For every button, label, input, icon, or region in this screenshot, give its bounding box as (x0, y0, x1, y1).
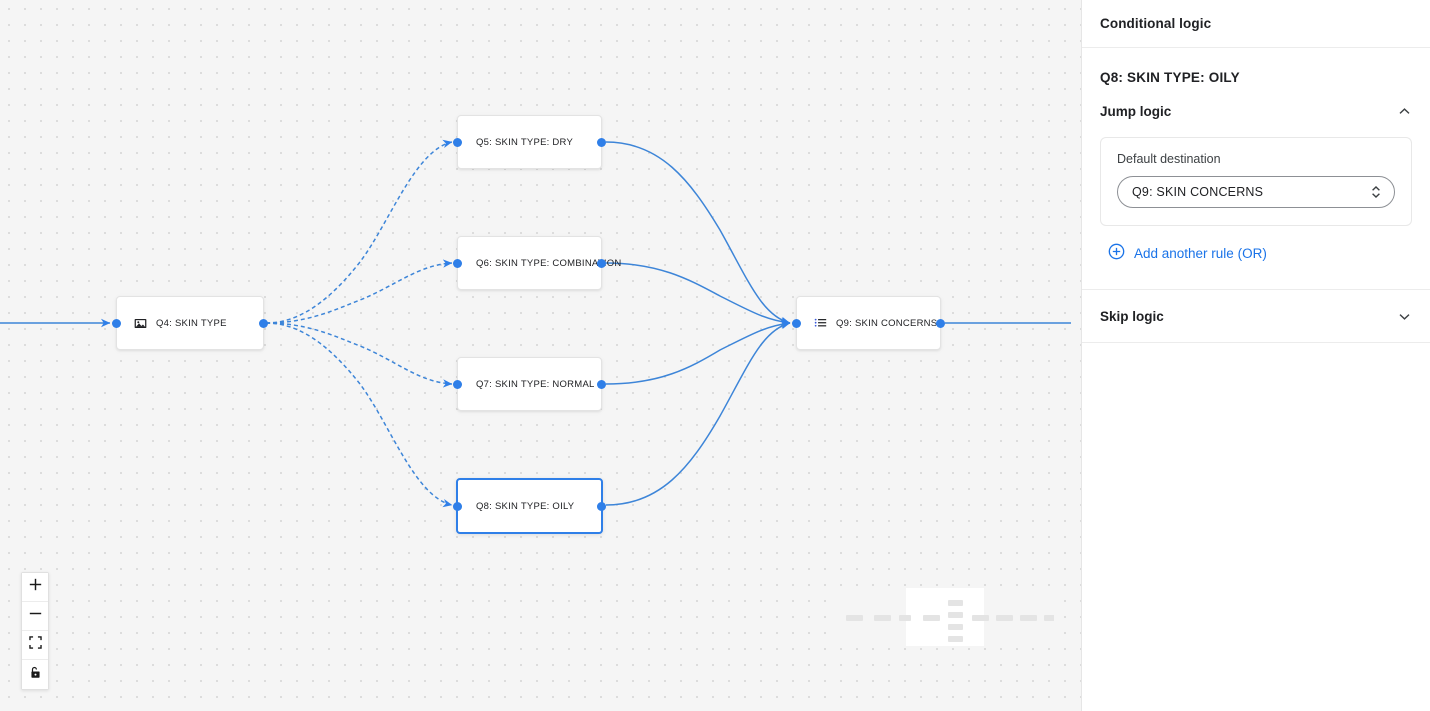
handle-output[interactable] (597, 501, 606, 511)
chevron-up-icon[interactable] (1396, 103, 1412, 119)
node-label: Q7: SKIN TYPE: NORMAL (476, 378, 595, 390)
logic-editor: Q4: SKIN TYPE Q5: SKIN TYPE: DRY Q6: SKI… (0, 0, 1430, 711)
panel-divider-bottom (1082, 342, 1430, 343)
zoom-in-button[interactable] (22, 573, 48, 602)
node-label: Q9: SKIN CONCERNS (836, 317, 938, 329)
edge-q5-q9 (605, 141, 791, 325)
edge-q4-q6 (265, 259, 453, 324)
jump-logic-body: Default destination Q9: SKIN CONCERNS Ad… (1082, 137, 1430, 271)
handle-input[interactable] (453, 379, 462, 389)
jump-logic-label: Jump logic (1100, 103, 1172, 119)
node-q7-skin-type-normal[interactable]: Q7: SKIN TYPE: NORMAL (453, 357, 606, 411)
skip-logic-label: Skip logic (1100, 308, 1164, 324)
add-another-rule-button[interactable]: Add another rule (OR) (1108, 243, 1412, 263)
panel-header: Conditional logic (1082, 0, 1430, 48)
lock-icon (29, 666, 42, 684)
plus-icon (29, 578, 42, 596)
canvas-controls (21, 572, 49, 690)
node-label: Q4: SKIN TYPE (156, 317, 227, 329)
fit-screen-icon (28, 636, 42, 654)
edge-group-destination (605, 141, 791, 506)
fit-view-button[interactable] (22, 631, 48, 660)
edge-q7-q9 (605, 319, 791, 385)
list-icon (813, 316, 827, 330)
handle-output[interactable] (597, 137, 606, 147)
plus-circle-icon (1108, 243, 1125, 263)
zoom-out-button[interactable] (22, 602, 48, 631)
edge-q4-q7 (265, 322, 453, 388)
handle-input[interactable] (112, 318, 121, 328)
node-q8-skin-type-oily[interactable]: Q8: SKIN TYPE: OILY (453, 478, 606, 534)
node-label: Q8: SKIN TYPE: OILY (476, 500, 575, 512)
minus-icon (29, 607, 42, 625)
minimap[interactable] (838, 588, 1061, 646)
add-another-rule-label: Add another rule (OR) (1134, 245, 1267, 261)
default-destination-select[interactable]: Q9: SKIN CONCERNS (1117, 176, 1395, 208)
handle-output[interactable] (597, 258, 606, 268)
lock-button[interactable] (22, 660, 48, 689)
chevron-down-icon[interactable] (1396, 308, 1412, 324)
node-q6-skin-type-combination[interactable]: Q6: SKIN TYPE: COMBINATION (453, 236, 621, 290)
handle-output[interactable] (259, 318, 268, 328)
selected-question-title: Q8: SKIN TYPE: OILY (1100, 70, 1240, 85)
node-label: Q5: SKIN TYPE: DRY (476, 136, 574, 148)
stepper-chevrons-icon[interactable] (1370, 184, 1382, 200)
handle-input[interactable] (453, 258, 462, 268)
flow-canvas[interactable]: Q4: SKIN TYPE Q5: SKIN TYPE: DRY Q6: SKI… (0, 0, 1081, 711)
edge-group-options (265, 139, 453, 508)
edge-q4-q8 (265, 322, 453, 508)
jump-logic-section-header[interactable]: Jump logic (1082, 85, 1430, 137)
handle-input[interactable] (453, 501, 462, 511)
default-rule-card: Default destination Q9: SKIN CONCERNS (1100, 137, 1412, 226)
edge-q4-q5 (265, 139, 453, 324)
handle-output[interactable] (936, 318, 945, 328)
node-q4-skin-type[interactable]: Q4: SKIN TYPE (112, 296, 268, 350)
conditional-logic-panel: Conditional logic Q8: SKIN TYPE: OILY Ju… (1081, 0, 1430, 711)
panel-title: Conditional logic (1100, 16, 1212, 31)
handle-input[interactable] (792, 318, 801, 328)
image-icon (133, 316, 147, 330)
node-q9-skin-concerns[interactable]: Q9: SKIN CONCERNS (792, 296, 945, 350)
default-destination-label: Default destination (1117, 152, 1221, 166)
default-destination-value: Q9: SKIN CONCERNS (1132, 185, 1264, 199)
edge-q8-q9 (605, 321, 791, 506)
skip-logic-section-header[interactable]: Skip logic (1082, 290, 1430, 342)
node-q5-skin-type-dry[interactable]: Q5: SKIN TYPE: DRY (453, 115, 606, 169)
handle-input[interactable] (453, 137, 462, 147)
handle-output[interactable] (597, 379, 606, 389)
edge-q6-q9 (605, 262, 791, 327)
